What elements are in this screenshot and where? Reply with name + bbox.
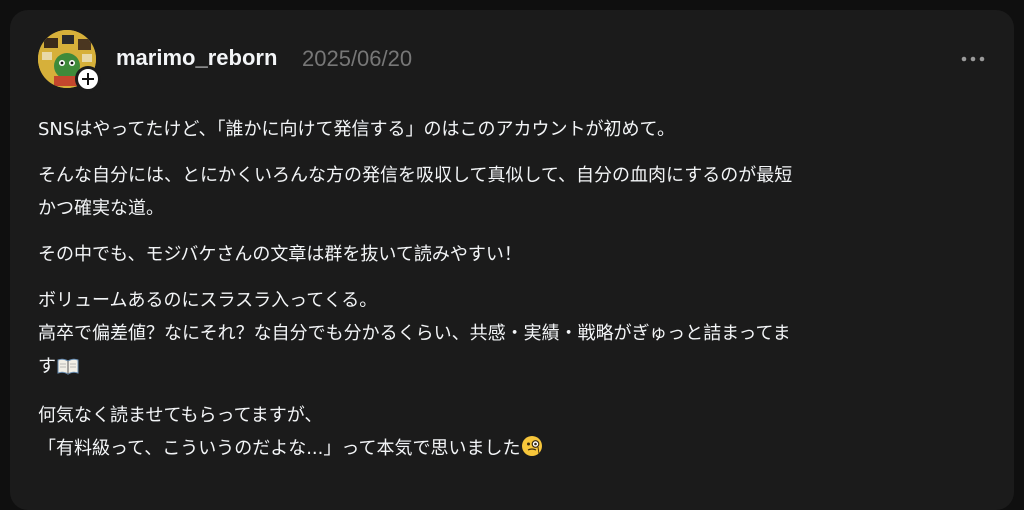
monocle-face-icon bbox=[521, 435, 543, 468]
more-horizontal-icon bbox=[961, 56, 985, 62]
post-paragraph: ボリュームあるのにスラスラ入ってくる。 高卒で偏差値？なにそれ？な自分でも分かる… bbox=[38, 284, 998, 386]
post-timestamp[interactable]: 2025/06/20 bbox=[302, 45, 412, 73]
post-paragraph: SNSはやってたけど、「誰かに向けて発信する」のはこのアカウントが初めて。 bbox=[38, 113, 998, 146]
post-body: SNSはやってたけど、「誰かに向けて発信する」のはこのアカウントが初めて。 そん… bbox=[38, 113, 998, 481]
post-paragraph: そんな自分には、とにかくいろんな方の発信を吸収して真似して、自分の血肉にするのが… bbox=[38, 159, 998, 225]
post-paragraph: 何気なく読ませてもらってますが、 「有料級って、こういうのだよな...」って本気… bbox=[38, 399, 998, 468]
open-book-icon bbox=[57, 353, 79, 386]
follow-button[interactable] bbox=[75, 66, 101, 92]
post-line: す bbox=[38, 356, 56, 377]
post-line: 「有料級って、こういうのだよな...」って本気で思いました bbox=[38, 438, 521, 459]
post-line: その中でも、モジバケさんの文章は群を抜いて読みやすい！ bbox=[38, 244, 522, 265]
post-line: ボリュームあるのにスラスラ入ってくる。 bbox=[38, 290, 378, 311]
post-line: SNSはやってたけど、「誰かに向けて発信する」のはこのアカウントが初めて。 bbox=[38, 119, 675, 140]
post-line: 何気なく読ませてもらってますが、 bbox=[38, 405, 323, 426]
post-paragraph: その中でも、モジバケさんの文章は群を抜いて読みやすい！ bbox=[38, 238, 998, 271]
post-line: そんな自分には、とにかくいろんな方の発信を吸収して真似して、自分の血肉にするのが… bbox=[38, 165, 793, 186]
more-options-button[interactable] bbox=[956, 48, 990, 70]
post-card: marimo_reborn 2025/06/20 SNSはやってたけど、「誰かに… bbox=[10, 10, 1014, 510]
author-username[interactable]: marimo_reborn bbox=[116, 44, 277, 72]
author-avatar-container[interactable] bbox=[38, 30, 101, 92]
post-line: かつ確実な道。 bbox=[38, 198, 164, 219]
plus-icon bbox=[82, 73, 94, 85]
post-line: 高卒で偏差値？なにそれ？な自分でも分かるくらい、共感・実績・戦略がぎゅっと詰まっ… bbox=[38, 323, 791, 344]
